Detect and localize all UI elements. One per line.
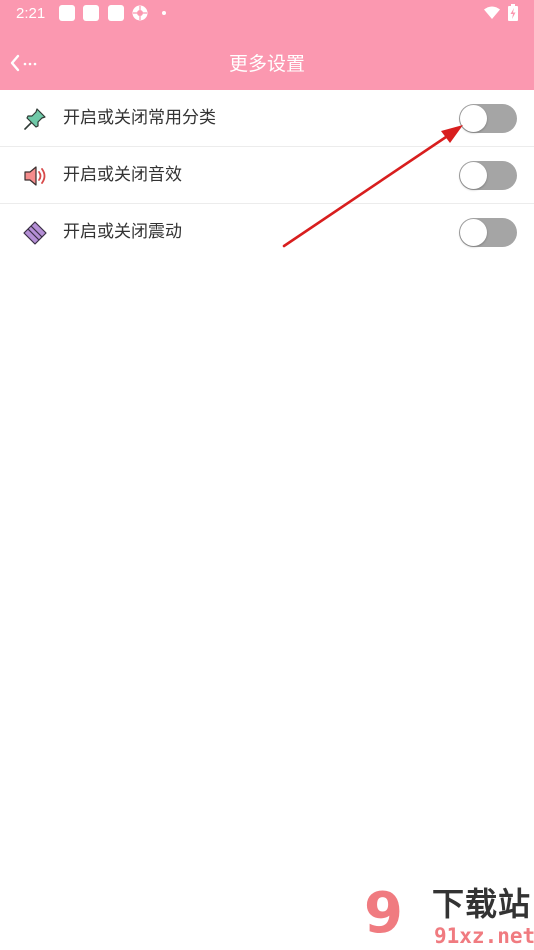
watermark-brand: 下载站 — [432, 885, 532, 923]
setting-row-sound-effects[interactable]: 开启或关闭音效 — [0, 147, 534, 204]
toggle-knob — [460, 219, 487, 246]
sound-effects-toggle[interactable] — [459, 161, 517, 190]
pin-icon — [24, 108, 46, 130]
aperture-icon — [132, 5, 148, 21]
setting-label: 开启或关闭震动 — [63, 222, 182, 242]
watermark-number: 9 — [364, 881, 403, 946]
vibration-toggle[interactable] — [459, 218, 517, 247]
dot-icon — [162, 11, 166, 15]
status-bar: 2:21 — [0, 0, 534, 28]
battery-charging-icon — [508, 4, 518, 21]
watermark-logo: 9 下载站 91xz.net — [362, 880, 534, 950]
setting-row-vibration[interactable]: 开启或关闭震动 — [0, 204, 534, 260]
app-bar: 2:21 更多设置 — [0, 0, 534, 90]
notification-square-icon — [59, 5, 75, 21]
common-categories-toggle[interactable] — [459, 104, 517, 133]
toggle-knob — [460, 162, 487, 189]
wifi-icon — [484, 6, 500, 19]
setting-label: 开启或关闭常用分类 — [63, 108, 216, 128]
notification-square-icon — [83, 5, 99, 21]
page-title: 更多设置 — [228, 53, 305, 75]
settings-list: 开启或关闭常用分类 开启或关闭音效 开启或关闭震动 — [0, 90, 534, 260]
status-time: 2:21 — [16, 5, 46, 22]
toggle-knob — [460, 105, 487, 132]
watermark-url: 91xz.net — [434, 924, 534, 948]
notification-square-icon — [108, 5, 124, 21]
setting-row-common-categories[interactable]: 开启或关闭常用分类 — [0, 90, 534, 147]
setting-label: 开启或关闭音效 — [63, 165, 182, 185]
vibrate-icon — [23, 221, 47, 245]
speaker-icon — [24, 166, 46, 186]
